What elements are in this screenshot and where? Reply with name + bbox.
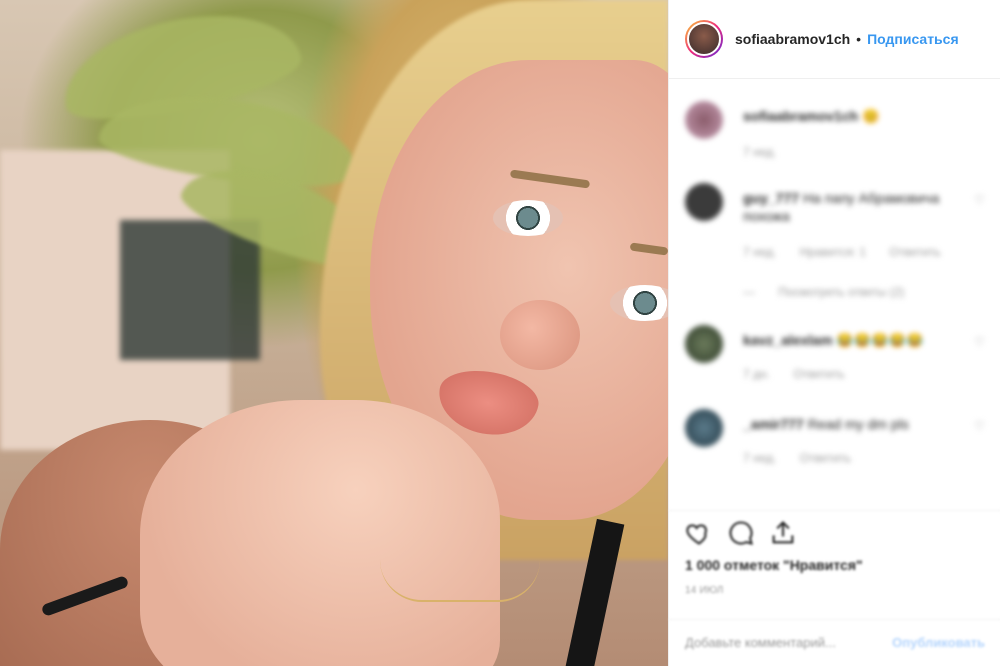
comment-body: 😂😂😂😂😂 <box>836 332 924 348</box>
view-replies-label[interactable]: Посмотреть ответы (2) <box>778 285 904 299</box>
separator-dot: • <box>856 31 862 47</box>
comment-author[interactable]: _amir777 <box>743 416 804 432</box>
comment-author[interactable]: sofiaabramov1ch <box>743 108 858 124</box>
comments-list[interactable]: sofiaabramov1ch 😊 7 нед. guy_777 На папу… <box>669 79 1000 509</box>
action-icons <box>685 519 797 547</box>
comment-likes[interactable]: Нравится: 1 <box>800 245 866 259</box>
comment-row: kavz_alexlam 😂😂😂😂😂 7 дн. Ответить ♡ <box>685 325 985 391</box>
add-comment-bar: Добавьте комментарий... Опубликовать <box>669 619 1000 668</box>
reply-button[interactable]: Ответить <box>800 451 851 465</box>
post-actions: 1 000 отметок "Нравится" 14 ИЮЛ Добавьте… <box>669 510 1000 667</box>
comment-meta: 7 нед. Ответить <box>743 451 871 465</box>
avatar[interactable] <box>685 325 723 363</box>
comment-meta: 7 нед. <box>743 145 796 159</box>
reply-button[interactable]: Ответить <box>793 367 844 381</box>
comment-row: _amir777 Read my dm pls 7 нед. Ответить … <box>685 409 985 475</box>
avatar[interactable] <box>685 409 723 447</box>
view-replies-link[interactable]: — Посмотреть ответы (2) <box>743 285 924 299</box>
comment-text: kavz_alexlam 😂😂😂😂😂 <box>743 331 975 349</box>
eye <box>493 200 563 236</box>
post-comment-button[interactable]: Опубликовать <box>892 635 985 650</box>
profile-avatar-ring[interactable] <box>685 20 723 58</box>
reply-button[interactable]: Ответить <box>889 245 940 259</box>
avatar[interactable] <box>685 101 723 139</box>
comment-time: 7 нед. <box>743 451 777 465</box>
avatar[interactable] <box>685 183 723 221</box>
follow-button[interactable]: Подписаться <box>867 31 959 47</box>
replies-dash: — <box>743 285 755 299</box>
comment-body: Read my dm pls <box>807 416 909 432</box>
comment-icon[interactable] <box>727 519 755 547</box>
heart-icon[interactable]: ♡ <box>974 193 985 207</box>
comment-meta: 7 нед. Нравится: 1 Ответить <box>743 245 961 259</box>
comment-input[interactable]: Добавьте комментарий... <box>685 635 836 650</box>
comment-text: guy_777 На папу Абрамовича похожа <box>743 189 975 225</box>
avatar[interactable] <box>687 22 721 56</box>
likes-count[interactable]: 1 000 отметок "Нравится" <box>685 557 863 573</box>
post-sidebar: sofiaabramov1ch • Подписаться sofiaabram… <box>668 0 1000 666</box>
heart-icon[interactable]: ♡ <box>974 419 985 433</box>
comment-text: sofiaabramov1ch 😊 <box>743 107 975 125</box>
comment-text: _amir777 Read my dm pls <box>743 415 975 433</box>
comment-author[interactable]: guy_777 <box>743 190 799 206</box>
background-window <box>120 220 260 360</box>
hand <box>140 400 500 666</box>
comment-row: guy_777 На папу Абрамовича похожа 7 нед.… <box>685 183 985 303</box>
post-date: 14 ИЮЛ <box>685 585 724 596</box>
comment-author[interactable]: kavz_alexlam <box>743 332 833 348</box>
comment-body: 😊 <box>862 108 880 124</box>
username[interactable]: sofiaabramov1ch <box>735 31 850 47</box>
comment-row: sofiaabramov1ch 😊 7 нед. <box>685 101 985 171</box>
nose <box>500 300 580 370</box>
heart-icon[interactable]: ♡ <box>974 335 985 349</box>
heart-icon[interactable] <box>685 519 713 547</box>
comment-time: 7 дн. <box>743 367 770 381</box>
comment-meta: 7 дн. Ответить <box>743 367 865 381</box>
necklace <box>380 560 540 602</box>
comment-time: 7 нед. <box>743 145 777 159</box>
post-header: sofiaabramov1ch • Подписаться <box>669 0 1000 79</box>
share-icon[interactable] <box>769 519 797 547</box>
post-photo[interactable] <box>0 0 668 666</box>
comment-time: 7 нед. <box>743 245 777 259</box>
